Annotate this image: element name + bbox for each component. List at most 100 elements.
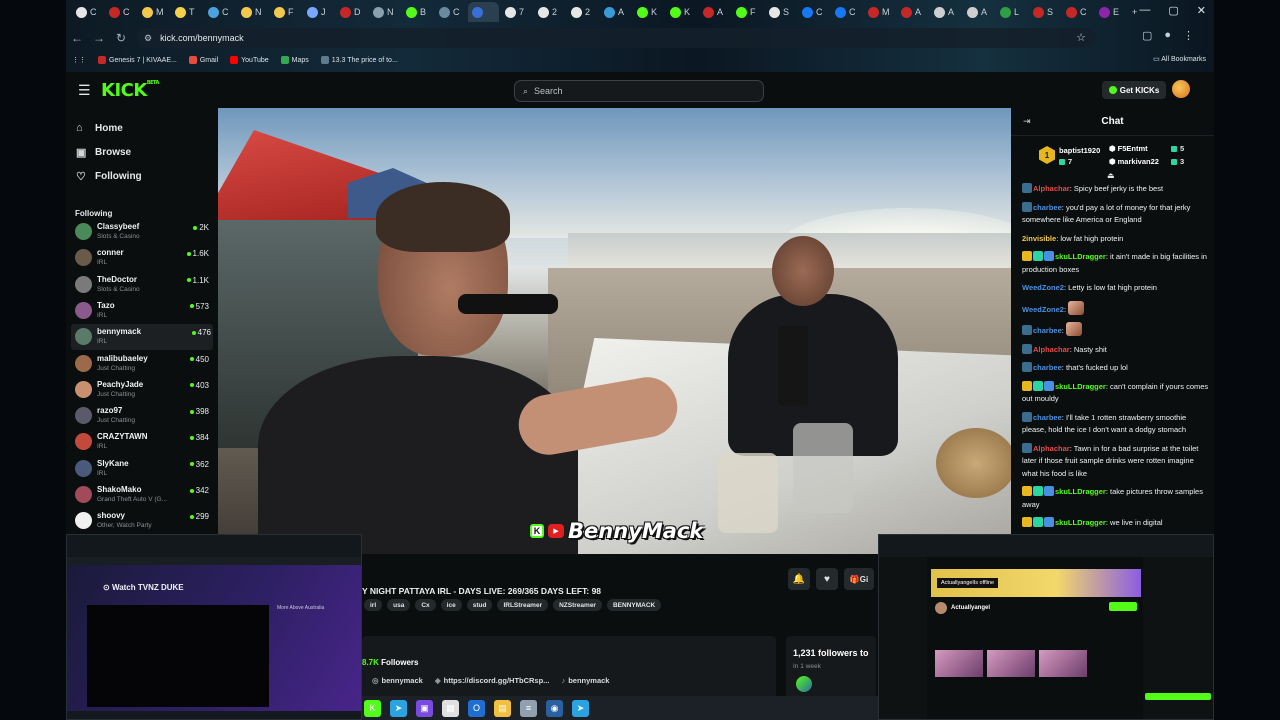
browser-tab[interactable]: C [1062,2,1093,22]
bookmark-star-icon[interactable]: ☆ [1076,31,1086,44]
browser-tab[interactable]: A [930,2,961,22]
video-player[interactable]: K ▶ BennyMack [218,108,1011,554]
secondary-window-right[interactable]: ActuallyangelIs offline Actuallyangel [878,534,1214,720]
browser-tab[interactable]: 2 [534,2,565,22]
chat-username[interactable]: skuLLDragger [1055,382,1106,391]
followed-channel[interactable]: CRAZYTAWN IRL 384 [75,429,211,455]
get-kicks-button[interactable]: Get KICKs [1102,81,1166,99]
social-link[interactable]: ♪ bennymack [561,676,609,685]
browser-tab[interactable]: F [732,2,763,22]
chat-username[interactable]: WeedZone2 [1022,283,1064,292]
bookmark-item[interactable]: Genesis 7 | KIVAAE... [98,56,177,64]
user-avatar[interactable] [1172,80,1190,98]
kick-app-icon[interactable]: K [364,699,381,717]
browser-tab[interactable]: A [699,2,730,22]
profile-icon[interactable]: ● [1164,29,1171,42]
steam-icon[interactable]: ◉ [546,699,563,717]
browser-tab[interactable]: N [237,2,268,22]
browser-tab[interactable]: C [831,2,862,22]
followed-channel[interactable]: bennymack IRL 476 [71,324,213,351]
browser-tab[interactable]: 2 [567,2,598,22]
reload-button[interactable]: ↻ [110,31,132,45]
bookmark-item[interactable]: 13.3 The price of to... [320,56,398,64]
secondary-window-left[interactable]: ⊙ Watch TVNZ DUKE More Above Australia [66,534,362,720]
site-info-icon[interactable]: ⚙ [144,33,152,44]
browser-tab[interactable]: 7 [501,2,532,22]
search-input[interactable]: ⌕ Search [514,80,764,102]
chat-username[interactable]: charbee [1033,363,1062,372]
stream-tag[interactable]: ice [440,599,462,611]
stream-tag[interactable]: usa [387,599,411,611]
followed-channel[interactable]: Classybeef Slots & Casino 2K [75,219,211,245]
followed-channel[interactable]: malibubaeley Just Chatting 450 [75,351,211,377]
gift-sub-button[interactable]: 🎁 Gi [844,568,874,590]
browser-tab[interactable]: K [633,2,664,22]
followed-channel[interactable]: conner IRL 1.6K [75,245,211,271]
stream-tag[interactable]: stud [466,599,493,611]
browser-tab[interactable]: A [600,2,631,22]
browser-tab[interactable]: M [138,2,169,22]
forward-button[interactable]: → [88,31,110,45]
browser-tab[interactable]: C [204,2,235,22]
social-link[interactable]: ◎ bennymack [372,676,423,685]
stream-tag[interactable]: irl [364,599,383,611]
browser-tab[interactable]: C [798,2,829,22]
menu-icon[interactable]: ⋮ [1183,29,1194,42]
extensions-icon[interactable]: ▢ [1142,29,1152,42]
leader-3-name[interactable]: ⬢ markivan22 [1109,157,1159,166]
chat-username[interactable]: skuLLDragger [1055,252,1106,261]
browser-tab[interactable]: L [996,2,1027,22]
leader-2-name[interactable]: ⬢ F5Entmt [1109,144,1148,153]
calendar-icon[interactable]: ▦ [442,699,459,717]
telegram-icon[interactable]: ➤ [390,699,407,717]
back-button[interactable]: ← [66,31,88,45]
pinned-toggle-icon[interactable]: ⏏ [1107,171,1115,180]
maximize-button[interactable]: ▢ [1168,4,1178,17]
followed-channel[interactable]: TheDoctor Slots & Casino 1.1K [75,272,211,298]
apps-grid-icon[interactable]: ⋮⋮ [72,56,86,64]
browser-tab[interactable]: A [897,2,928,22]
telegram-icon[interactable]: ➤ [572,699,589,717]
followed-channel[interactable]: Tazo IRL 573 [75,298,211,324]
followed-channel[interactable]: PeachyJade Just Chatting 403 [75,377,211,403]
app-icon[interactable]: ≡ [520,699,537,717]
browser-tab[interactable]: J [303,2,334,22]
bookmark-item[interactable]: YouTube [230,56,269,64]
browser-tab[interactable]: N [369,2,400,22]
chat-username[interactable]: Alphachar [1033,184,1070,193]
notify-bell-button[interactable]: 🔔 [788,568,810,590]
browser-tab[interactable]: M [864,2,895,22]
chat-username[interactable]: charbee [1033,203,1062,212]
chat-username[interactable]: charbee [1033,413,1062,422]
chat-username[interactable]: Alphachar [1033,444,1070,453]
browser-tab[interactable]: T [171,2,202,22]
followed-channel[interactable]: shoovy Other, Watch Party 299 [75,508,211,534]
minimize-button[interactable]: — [1139,4,1150,17]
browser-tab[interactable] [468,2,499,22]
chat-username[interactable]: Alphachar [1033,345,1070,354]
followed-channel[interactable]: ShakoMako Grand Theft Auto V (G... 342 [75,482,211,508]
chat-username[interactable]: WeedZone2 [1022,305,1064,314]
social-link[interactable]: ◈ https://discord.gg/HTbCRsp... [435,676,550,685]
bookmark-item[interactable]: Gmail [188,56,218,64]
address-bar[interactable]: ⚙ kick.com/bennymack ☆ [136,28,1096,48]
browser-tab[interactable]: S [765,2,796,22]
file-explorer-icon[interactable]: ▤ [494,699,511,717]
leader-1-name[interactable]: baptist1920 [1059,146,1100,155]
browser-tab[interactable]: K [666,2,697,22]
chat-username[interactable]: skuLLDragger [1055,518,1106,527]
bookmark-item[interactable]: Maps [280,56,309,64]
close-window-button[interactable]: ✕ [1197,4,1206,17]
nav-following[interactable]: ♡ Following [76,170,142,183]
hamburger-menu-icon[interactable]: ☰ [78,82,91,99]
followed-channel[interactable]: razo97 Just Chatting 398 [75,403,211,429]
browser-tab[interactable]: C [105,2,136,22]
browser-tab[interactable]: B [402,2,433,22]
kick-logo[interactable]: KICKBETA [101,80,159,101]
stream-tag[interactable]: IRLStreamer [497,599,549,611]
all-bookmarks[interactable]: ▭ All Bookmarks [1153,55,1206,63]
app-icon[interactable]: ▣ [416,699,433,717]
stream-tag[interactable]: BENNYMACK [606,599,662,611]
browser-tab[interactable]: C [72,2,103,22]
browser-tab[interactable]: C [435,2,466,22]
